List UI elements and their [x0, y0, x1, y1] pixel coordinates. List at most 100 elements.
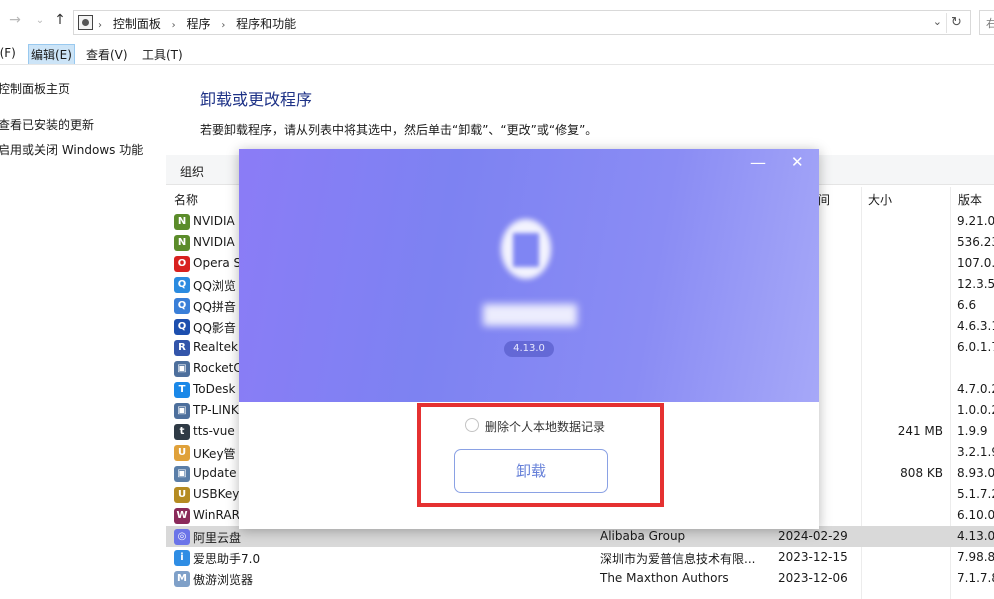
program-name: 阿里云盘	[193, 531, 242, 545]
search-input[interactable]: 右	[979, 10, 994, 35]
column-size[interactable]: 大小	[868, 191, 892, 208]
link-view-installed-updates[interactable]: 查看已安装的更新	[0, 116, 94, 133]
page-description: 若要卸载程序，请从列表中将其选中，然后单击“卸载”、“更改”或“修复”。	[200, 123, 598, 137]
program-version: 4.13.0	[957, 529, 994, 543]
program-icon: W	[174, 508, 190, 524]
program-icon: t	[174, 424, 190, 440]
breadcrumb: › 控制面板 › 程序 › 程序和功能	[98, 15, 303, 32]
program-version: 107.0.5	[957, 256, 994, 270]
refresh-icon[interactable]: ↻	[946, 13, 966, 33]
menu-bar: E(F) 编辑(E) 查看(V) 工具(T)	[0, 44, 994, 65]
program-icon: U	[174, 445, 190, 461]
menu-tools[interactable]: 工具(T)	[140, 46, 185, 63]
back-icon[interactable]: →	[6, 12, 24, 28]
program-name: 爱思助手7.0	[193, 552, 261, 566]
program-icon: N	[174, 214, 190, 230]
program-icon: M	[174, 571, 190, 587]
program-size: 808 KB	[900, 466, 943, 480]
menu-file[interactable]: E(F)	[0, 46, 18, 60]
program-icon: ◎	[174, 529, 190, 545]
dialog-header: — ✕ 4.13.0	[239, 149, 819, 402]
program-install-date: 2024-02-29	[778, 529, 848, 543]
crumb-control-panel[interactable]: 控制面板	[113, 17, 161, 31]
divider	[0, 64, 994, 65]
program-name: Update	[193, 466, 237, 480]
program-version: 1.9.9	[957, 424, 988, 438]
chevron-right-icon: ›	[98, 20, 102, 31]
program-icon: U	[174, 487, 190, 503]
program-icon: i	[174, 550, 190, 566]
program-version: 536.23	[957, 235, 994, 249]
address-box[interactable]: › 控制面板 › 程序 › 程序和功能 ⌄ ↻	[73, 10, 971, 35]
program-icon: R	[174, 340, 190, 356]
program-name: QQ拼音	[193, 300, 236, 314]
link-windows-features[interactable]: 启用或关闭 Windows 功能	[0, 141, 143, 158]
program-version: 6.0.1.7	[957, 340, 994, 354]
crumb-programs[interactable]: 程序	[187, 17, 211, 31]
program-name: ToDesk	[193, 382, 236, 396]
program-version: 6.6	[957, 298, 977, 312]
program-icon: ▣	[174, 403, 190, 419]
chevron-down-icon[interactable]: ⌄	[933, 15, 942, 28]
table-row[interactable]: i 爱思助手7.0 深圳市为爱普信息技术有限... 2023-12-15 7.98.8	[166, 547, 994, 568]
table-row[interactable]: M 傲游浏览器 The Maxthon Authors 2023-12-06 7.1.7…	[166, 568, 994, 589]
program-icon: ▣	[174, 361, 190, 377]
program-icon: N	[174, 235, 190, 251]
app-logo-icon	[487, 211, 567, 291]
program-name: TP-LINK	[193, 403, 239, 417]
app-name-blurred	[483, 304, 577, 326]
program-name: RocketC	[193, 361, 242, 375]
program-name: USBKey	[193, 487, 240, 501]
organize-button[interactable]: 组织	[180, 163, 204, 180]
menu-edit[interactable]: 编辑(E)	[28, 44, 75, 65]
recent-dropdown-icon[interactable]: ⌄	[31, 15, 49, 26]
program-version: 5.1.7.2	[957, 487, 994, 501]
program-size: 241 MB	[897, 424, 943, 438]
control-panel-icon	[78, 15, 93, 30]
program-icon: ▣	[174, 466, 190, 482]
table-row[interactable]: ◎ 阿里云盘 Alibaba Group 2024-02-29 4.13.0	[166, 526, 994, 547]
crumb-programs-features[interactable]: 程序和功能	[236, 17, 296, 31]
program-name: QQ浏览	[193, 279, 236, 293]
chevron-right-icon: ›	[171, 20, 176, 31]
program-version: 3.2.1.9	[957, 445, 994, 459]
program-publisher: 深圳市为爱普信息技术有限...	[600, 552, 756, 566]
program-name: Realtek	[193, 340, 238, 354]
program-name: NVIDIA	[193, 235, 235, 249]
program-install-date: 2023-12-15	[778, 550, 848, 564]
program-name: WinRAR	[193, 508, 240, 522]
page-title: 卸载或更改程序	[200, 90, 313, 109]
menu-view[interactable]: 查看(V)	[84, 46, 130, 63]
program-version: 6.10.0	[957, 508, 994, 522]
program-name: NVIDIA	[193, 214, 235, 228]
address-bar: → ⌄ ↑ › 控制面板 › 程序 › 程序和功能 ⌄ ↻ 右	[0, 0, 994, 44]
minimize-icon[interactable]: —	[750, 153, 766, 172]
column-version[interactable]: 版本	[958, 191, 982, 208]
program-name: UKey管	[193, 447, 236, 461]
version-badge: 4.13.0	[504, 341, 554, 357]
program-name: QQ影音	[193, 321, 236, 335]
program-version: 7.98.8	[957, 550, 994, 564]
chevron-right-icon: ›	[221, 20, 226, 31]
program-name: tts-vue	[193, 424, 235, 438]
program-version: 4.6.3.1	[957, 319, 994, 333]
program-version: 4.7.0.2	[957, 382, 994, 396]
program-install-date: 2023-12-06	[778, 571, 848, 585]
up-icon[interactable]: ↑	[51, 12, 69, 28]
column-name[interactable]: 名称	[174, 191, 198, 208]
program-icon: Q	[174, 277, 190, 293]
program-version: 8.93.0.	[957, 466, 994, 480]
program-icon: O	[174, 256, 190, 272]
link-control-panel-home[interactable]: 控制面板主页	[0, 80, 70, 97]
program-icon: Q	[174, 319, 190, 335]
program-version: 7.1.7.8	[957, 571, 994, 585]
program-icon: Q	[174, 298, 190, 314]
program-publisher: The Maxthon Authors	[600, 571, 729, 585]
program-icon: T	[174, 382, 190, 398]
close-icon[interactable]: ✕	[791, 153, 804, 171]
program-version: 12.3.5	[957, 277, 994, 291]
program-version: 9.21.0	[957, 214, 994, 228]
program-name: Opera S	[193, 256, 242, 270]
program-version: 1.0.0.2	[957, 403, 994, 417]
column-install-date[interactable]: 间	[818, 191, 830, 208]
